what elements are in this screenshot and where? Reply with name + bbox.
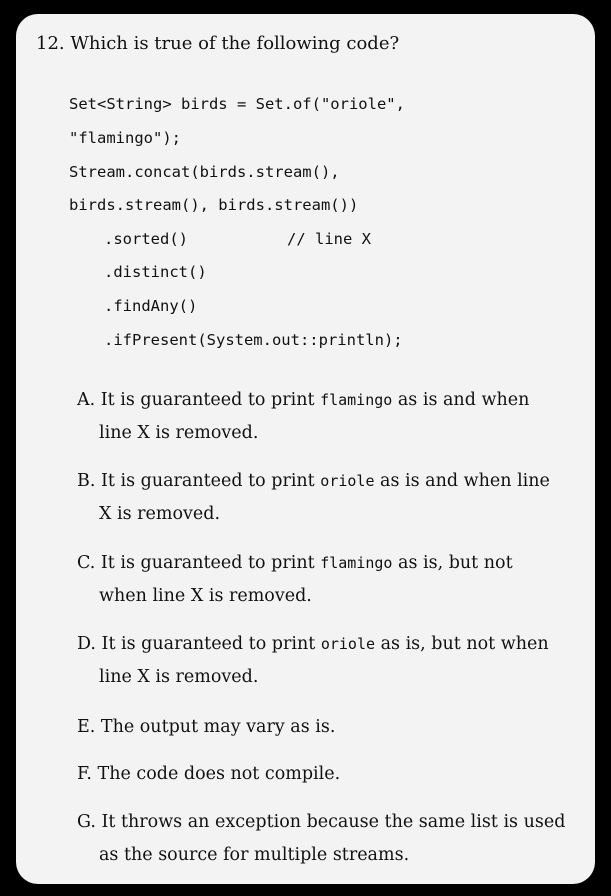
code-line-8: .ifPresent(System.out::println); [104,331,403,349]
option-b: B. It is guaranteed to print oriole as i… [77,471,550,524]
code-comment-line-x: // line X [287,230,371,248]
code-line-3: Stream.concat(birds.stream(), [69,163,340,181]
option-g: G. It throws an exception because the sa… [77,812,566,865]
code-line-6: .distinct() [104,263,207,281]
document-page: 12. Which is true of the following code?… [16,14,595,884]
code-line-5: .sorted() [104,230,188,248]
option-f: F. The code does not compile. [77,764,341,784]
option-e: E. The output may vary as is. [77,717,336,737]
code-line-1: Set<String> birds = Set.of("oriole", [69,95,405,113]
option-c: C. It is guaranteed to print flamingo as… [77,553,513,606]
code-line-7: .findAny() [104,297,198,315]
option-a: A. It is guaranteed to print flamingo as… [77,390,530,443]
code-line-2: "flamingo"); [69,129,181,147]
question-title: 12. Which is true of the following code? [36,33,400,54]
code-line-4: birds.stream(), birds.stream()) [69,196,359,214]
option-d: D. It is guaranteed to print oriole as i… [77,634,549,687]
